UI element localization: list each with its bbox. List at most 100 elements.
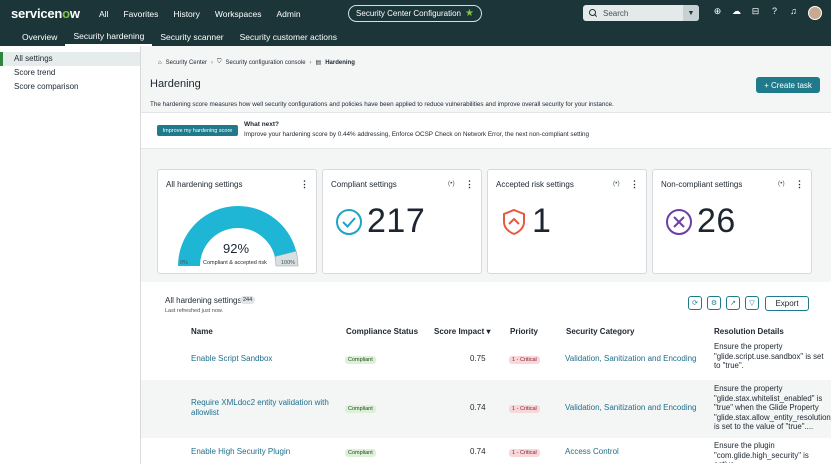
resolution-details: Ensure the plugin "com.glide.high_securi… xyxy=(714,441,809,463)
create-task-button[interactable]: + Create task xyxy=(756,77,820,93)
logo-accent: o xyxy=(62,6,70,21)
accepted-risk-card[interactable]: Accepted risk settings (•) ⋮ 1 xyxy=(487,169,647,274)
search-input[interactable]: Search xyxy=(603,9,683,18)
pin-icon[interactable]: (•) xyxy=(778,180,785,187)
chevron-right-icon: › xyxy=(210,59,213,66)
tab-security-customer-actions[interactable]: Security customer actions xyxy=(232,27,345,46)
chat-icon[interactable]: ☁ xyxy=(727,6,746,17)
breadcrumb-console[interactable]: Security configuration console xyxy=(226,60,306,66)
card-title: Accepted risk settings xyxy=(496,180,574,189)
card-title: Compliant settings xyxy=(331,180,397,189)
more-options-icon[interactable]: ⋮ xyxy=(300,179,309,190)
global-search[interactable]: Search ▼ xyxy=(583,5,699,21)
count-badge: 244 xyxy=(240,296,256,304)
breadcrumb-hardening: Hardening xyxy=(325,59,355,66)
setting-name-link[interactable]: Enable High Security Plugin xyxy=(191,447,290,456)
score-impact: 0.74 xyxy=(470,447,486,456)
more-options-icon[interactable]: ⋮ xyxy=(795,179,804,190)
status-badge: Compliant xyxy=(345,405,376,413)
top-header: servicenow All Favorites History Workspa… xyxy=(0,0,831,27)
app-scope-pill[interactable]: Security Center Configuration ★ xyxy=(348,5,482,22)
category-link[interactable]: Access Control xyxy=(565,447,619,456)
table-row[interactable]: Enable Script Sandbox Compliant 0.75 1 -… xyxy=(141,340,831,380)
nav-all[interactable]: All xyxy=(99,9,108,19)
refresh-icon[interactable]: ⟳ xyxy=(688,296,702,310)
settings-table-section: All hardening settings 244 Last refreshe… xyxy=(141,282,831,464)
resolution-details: Ensure the property "glide.stax.whitelis… xyxy=(714,384,831,431)
gear-icon[interactable]: ⚙ xyxy=(707,296,721,310)
sidebar-item-score-comparison[interactable]: Score comparison xyxy=(0,80,140,94)
status-badge: Compliant xyxy=(345,449,376,457)
gauge-label: Compliant & accepted risk xyxy=(203,260,267,266)
export-button[interactable]: Export xyxy=(765,296,809,311)
tab-security-hardening[interactable]: Security hardening xyxy=(65,27,153,46)
pin-icon[interactable]: (•) xyxy=(613,180,620,187)
nav-history[interactable]: History xyxy=(173,9,199,19)
compliant-settings-card[interactable]: Compliant settings (•) ⋮ 217 xyxy=(322,169,482,274)
sidebar-item-score-trend[interactable]: Score trend xyxy=(0,66,140,80)
category-link[interactable]: Validation, Sanitization and Encoding xyxy=(565,354,697,363)
compliant-count: 217 xyxy=(367,202,426,240)
column-header-score-impact[interactable]: Score Impact ▾ xyxy=(434,327,490,336)
status-badge: Compliant xyxy=(345,356,376,364)
filter-icon[interactable]: ▽ xyxy=(745,296,759,310)
chevron-down-icon[interactable]: ▼ xyxy=(683,5,699,21)
shield-warning-icon xyxy=(503,208,525,236)
nav-favorites[interactable]: Favorites xyxy=(123,9,158,19)
priority-badge: 1 - Critical xyxy=(509,405,540,413)
nav-workspaces[interactable]: Workspaces xyxy=(215,9,262,19)
what-next-text: Improve your hardening score by 0.44% ad… xyxy=(244,131,589,138)
column-header-resolution[interactable]: Resolution Details xyxy=(714,327,784,336)
breadcrumb-security-center[interactable]: Security Center xyxy=(166,60,207,66)
globe-icon[interactable]: ⊕ xyxy=(708,6,727,17)
page-title: Hardening xyxy=(150,78,201,90)
avatar[interactable] xyxy=(808,6,822,20)
column-header-name[interactable]: Name xyxy=(191,327,213,336)
open-external-icon[interactable]: ↗ xyxy=(726,296,740,310)
chevron-right-icon: › xyxy=(309,59,312,66)
check-circle-icon xyxy=(336,209,362,235)
pin-icon[interactable]: (•) xyxy=(448,180,455,187)
card-title: Non-compliant settings xyxy=(661,180,743,189)
what-next-banner: Improve my hardening score What next? Im… xyxy=(141,112,831,149)
shield-icon: ⛉ xyxy=(216,59,222,65)
setting-name-link[interactable]: Enable Script Sandbox xyxy=(191,354,272,363)
star-icon[interactable]: ★ xyxy=(465,8,474,19)
breadcrumb: ⌂ Security Center › ⛉ Security configura… xyxy=(158,59,355,66)
improve-score-button[interactable]: Improve my hardening score xyxy=(157,125,238,136)
more-options-icon[interactable]: ⋮ xyxy=(465,179,474,190)
setting-name-link[interactable]: Require XMLdoc2 entity validation with a… xyxy=(191,398,331,418)
app-scope-label: Security Center Configuration xyxy=(356,9,461,18)
bookmark-icon[interactable]: ⊟ xyxy=(746,6,765,17)
tab-overview[interactable]: Overview xyxy=(14,27,65,46)
score-impact: 0.75 xyxy=(470,354,486,363)
non-compliant-count: 26 xyxy=(697,202,736,240)
what-next-title: What next? xyxy=(244,121,280,128)
tab-security-scanner[interactable]: Security scanner xyxy=(152,27,231,46)
document-icon: ▤ xyxy=(315,60,322,66)
sub-nav: Overview Security hardening Security sca… xyxy=(0,27,831,46)
column-header-priority[interactable]: Priority xyxy=(510,327,538,336)
column-header-category[interactable]: Security Category xyxy=(566,327,634,336)
help-icon[interactable]: ? xyxy=(765,6,784,17)
all-settings-card: All hardening settings ⋮ 92% 0% Complian… xyxy=(157,169,317,274)
card-title: All hardening settings xyxy=(166,180,243,189)
servicenow-logo[interactable]: servicenow xyxy=(11,6,80,21)
category-link[interactable]: Validation, Sanitization and Encoding xyxy=(565,403,697,412)
more-options-icon[interactable]: ⋮ xyxy=(630,179,639,190)
home-icon: ⌂ xyxy=(158,59,162,66)
search-icon xyxy=(588,8,598,18)
bell-icon[interactable]: ♫ xyxy=(784,6,803,17)
table-row[interactable]: Enable High Security Plugin Compliant 0.… xyxy=(141,438,831,464)
nav-admin[interactable]: Admin xyxy=(276,9,300,19)
column-header-compliance[interactable]: Compliance Status xyxy=(346,327,418,336)
main-content: ⌂ Security Center › ⛉ Security configura… xyxy=(141,46,831,464)
accepted-risk-count: 1 xyxy=(532,202,552,240)
resolution-details: Ensure the property "glide.script.use.sa… xyxy=(714,342,824,370)
sidebar: All settings Score trend Score compariso… xyxy=(0,46,141,464)
non-compliant-card[interactable]: Non-compliant settings (•) ⋮ 26 xyxy=(652,169,812,274)
table-row[interactable]: Require XMLdoc2 entity validation with a… xyxy=(141,380,831,438)
gauge-percent: 92% xyxy=(223,241,250,256)
top-nav: All Favorites History Workspaces Admin xyxy=(99,0,316,27)
sidebar-item-all-settings[interactable]: All settings xyxy=(0,52,140,66)
